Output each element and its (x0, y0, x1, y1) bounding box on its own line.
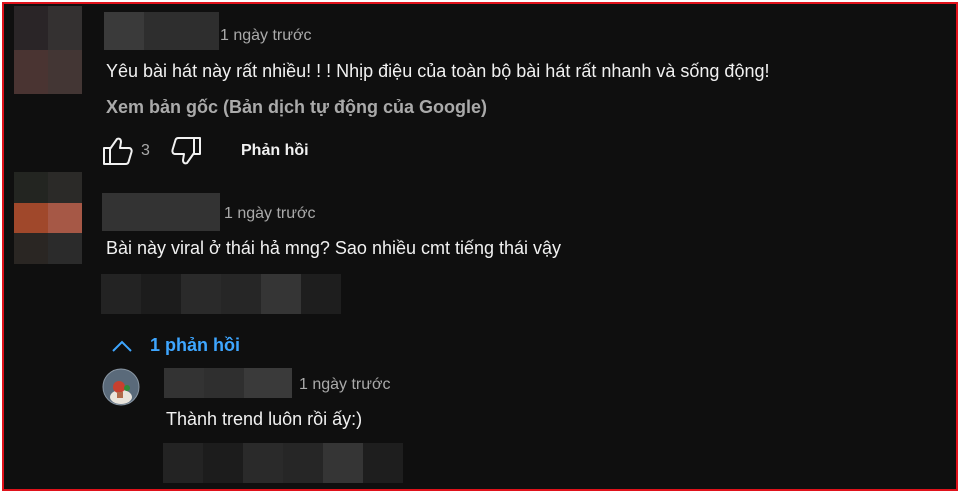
comment-1-avatar[interactable] (14, 6, 82, 94)
comment-2-text: Bài này viral ở thái hả mng? Sao nhiều c… (106, 238, 562, 258)
comment-2-actions-redacted (101, 274, 341, 314)
comment-2-timestamp[interactable]: 1 ngày trước (224, 204, 315, 224)
comment-2-author-redacted[interactable] (102, 193, 220, 231)
chevron-up-icon (112, 340, 132, 352)
comment-1-timestamp[interactable]: 1 ngày trước (220, 26, 311, 46)
replies-toggle-label[interactable]: 1 phản hồi (150, 335, 240, 356)
reply-author-redacted[interactable] (164, 368, 292, 398)
comment-1-reply-button[interactable]: Phản hồi (241, 142, 309, 160)
comment-1-translation-link[interactable]: Xem bản gốc (Bản dịch tự động của Google… (106, 96, 487, 118)
comment-1-like-count: 3 (141, 142, 150, 159)
comment-2-avatar[interactable] (14, 172, 82, 264)
thumbs-down-icon (171, 137, 201, 165)
comment-1-like-button[interactable] (100, 136, 134, 166)
comment-2-replies-toggle[interactable]: 1 phản hồi (110, 332, 260, 360)
thumbs-up-icon (103, 137, 133, 165)
screenshot-frame: 1 ngày trước Yêu bài hát này rất nhiều! … (2, 2, 958, 491)
reply-text: Thành trend luôn rồi ấy:) (166, 409, 363, 429)
comment-1-text: Yêu bài hát này rất nhiều! ! ! Nhịp điệu… (106, 61, 770, 81)
avatar-image (102, 368, 140, 406)
reply-timestamp[interactable]: 1 ngày trước (299, 375, 390, 395)
comment-1-author-redacted[interactable] (104, 12, 219, 50)
reply-avatar[interactable] (102, 368, 140, 406)
reply-actions-redacted (163, 443, 403, 483)
comment-1-dislike-button[interactable] (170, 136, 204, 166)
comments-panel: 1 ngày trước Yêu bài hát này rất nhiều! … (10, 6, 952, 485)
